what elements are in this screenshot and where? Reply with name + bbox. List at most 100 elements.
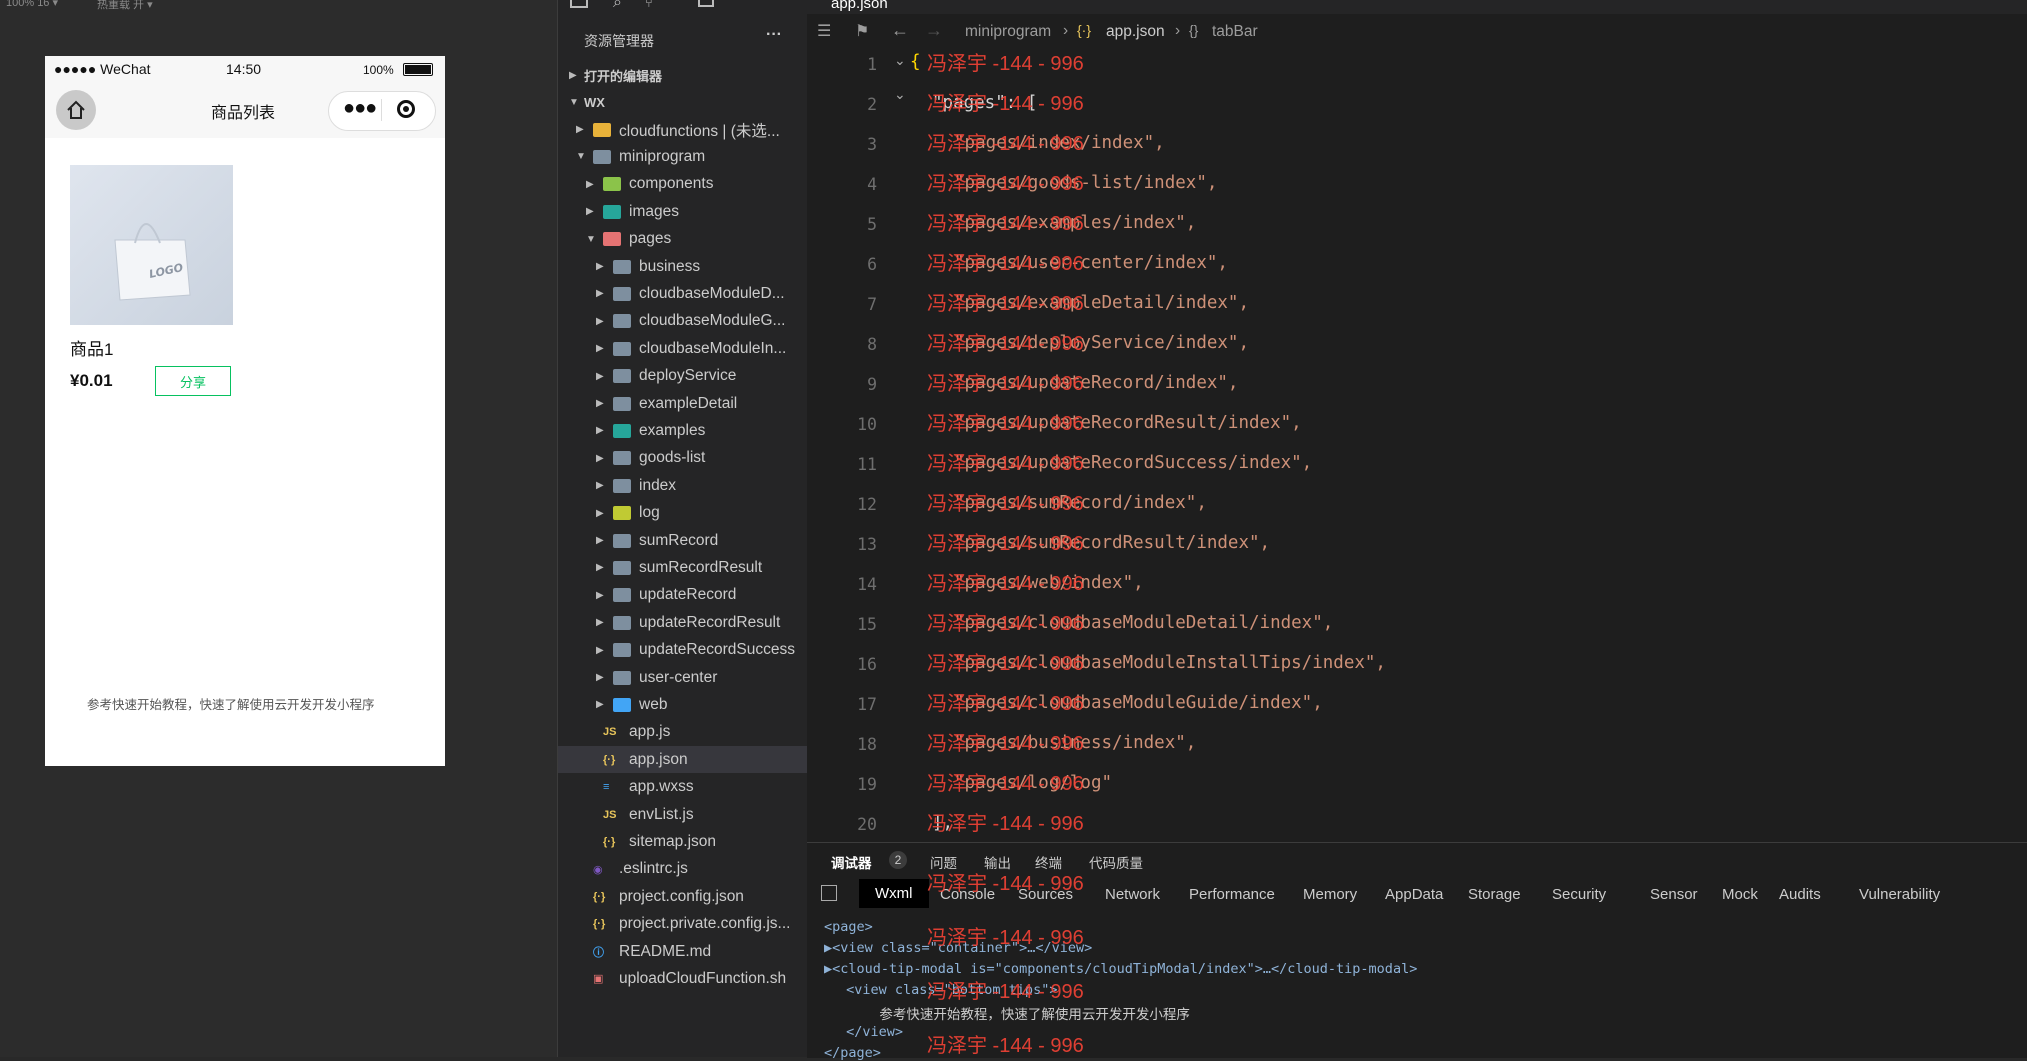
devtools-tab[interactable]: Performance [1189,886,1275,903]
home-button[interactable] [56,90,96,130]
tree-folder[interactable]: ▶ deployService [558,363,808,390]
search-icon[interactable]: ⌕ [613,0,622,12]
tree-folder[interactable]: ▶ cloudbaseModuleD... [558,280,808,307]
breadcrumb-symbol[interactable]: tabBar [1212,23,1258,41]
tree-folder[interactable]: ▶ index [558,472,808,499]
tree-file[interactable]: ▣ uploadCloudFunction.sh [558,965,808,992]
wxml-node[interactable]: <page> [824,919,873,935]
tree-folder[interactable]: ▶ cloudbaseModuleIn... [558,335,808,362]
explorer-more-button[interactable]: ··· [766,26,782,44]
breadcrumb-file[interactable]: app.json [1106,23,1165,41]
code-line[interactable]: "pages/updateRecordResult/index", [954,413,1302,443]
close-miniprogram-icon[interactable] [397,100,415,118]
code-line[interactable]: "pages/cloudbaseModuleGuide/index", [954,693,1323,723]
tree-folder[interactable]: ▶ business [558,253,808,280]
tree-folder[interactable]: ▶ updateRecord [558,582,808,609]
tree-file[interactable]: JS app.js [558,719,808,746]
tree-folder[interactable]: ▶ cloudfunctions | (未选... [558,116,808,143]
code-line[interactable]: "pages/examples/index", [954,213,1196,243]
tree-folder[interactable]: ▶ exampleDetail [558,390,808,417]
zoom-select[interactable]: 100% 16 ▾ [6,0,58,9]
product-image[interactable]: LOGO [70,165,233,325]
devtools-tab[interactable]: Sources [1018,886,1073,903]
code-line[interactable]: "pages/cloudbaseModuleInstallTips/index"… [954,653,1386,683]
code-line[interactable]: "pages/deployService/index", [954,333,1249,363]
wxml-node[interactable]: <view class="bottom_tips"> [838,982,1057,998]
devtools-tab[interactable]: Console [940,886,995,903]
debug-icon[interactable] [698,0,714,7]
inspect-element-icon[interactable] [821,885,837,901]
tree-file[interactable]: {·} app.json [558,746,808,774]
devtools-tab[interactable]: AppData [1385,886,1443,903]
tree-folder[interactable]: ▶ log [558,500,808,527]
more-dots-icon[interactable]: ●●● [343,97,377,120]
tree-file[interactable]: {·} project.private.config.js... [558,911,808,938]
code-line[interactable]: "pages/cloudbaseModuleDetail/index", [954,613,1333,643]
panel-tab[interactable]: 终端 [1035,852,1062,872]
code-line[interactable]: "pages/sumRecordResult/index", [954,533,1270,563]
editor-tab-app-json[interactable]: app.json [831,0,888,12]
panel-tab[interactable]: 代码质量 [1089,852,1143,872]
tree-folder[interactable]: ▶ goods-list [558,445,808,472]
devtools-tab[interactable]: Vulnerability [1859,886,1940,903]
wxml-node[interactable]: 参考快速开始教程，快速了解使用云开发开发小程序 [855,1003,1190,1023]
panel-tab[interactable]: 输出 [984,852,1011,872]
code-line[interactable]: "pages/exampleDetail/index", [954,293,1249,323]
code-line[interactable]: "pages/business/index", [954,733,1196,763]
tree-folder[interactable]: ▶ examples [558,417,808,444]
code-line[interactable]: { [910,52,921,82]
devtools-tab[interactable]: Security [1552,886,1606,903]
tree-file[interactable]: ⓘ README.md [558,938,808,965]
tree-folder[interactable]: ▶ sumRecord [558,527,808,554]
back-arrow-icon[interactable]: ← [891,20,909,41]
tree-file[interactable]: ≡ app.wxss [558,774,808,801]
wxml-node[interactable]: ▶<cloud-tip-modal is="components/cloudTi… [824,961,1417,977]
section-workspace[interactable]: ▼ WX [558,89,808,116]
wxml-node[interactable]: </view> [838,1024,903,1040]
share-button[interactable]: 分享 [155,366,231,396]
code-line[interactable]: "pages/web/index", [954,573,1144,603]
tree-file[interactable]: JS envList.js [558,801,808,828]
tree-folder[interactable]: ▶ web [558,691,808,718]
tree-file[interactable]: {·} sitemap.json [558,828,808,855]
devtools-tab[interactable]: Network [1105,886,1160,903]
code-line[interactable]: "pages/updateRecordSuccess/index", [954,453,1312,483]
fold-chevron-icon[interactable]: ⌄ [894,52,906,69]
hot-reload-toggle[interactable]: 热重载 开 ▾ [97,0,153,12]
code-line[interactable]: "pages/updateRecord/index", [954,373,1238,403]
tree-folder[interactable]: ▶ cloudbaseModuleG... [558,308,808,335]
tree-file[interactable]: ◉ .eslintrc.js [558,856,808,883]
tree-folder[interactable]: ▶ sumRecordResult [558,554,808,581]
tree-file[interactable]: {·} project.config.json [558,883,808,910]
wxml-node[interactable]: ▶<view class="container">…</view> [824,940,1092,956]
git-icon[interactable]: ⑂ [645,0,653,10]
forward-arrow-icon[interactable]: → [925,20,943,41]
fold-chevron-icon[interactable]: ⌄ [894,86,906,103]
code-line[interactable]: "pages/log/log" [954,773,1112,803]
code-line[interactable]: "pages/sumRecord/index", [954,493,1207,523]
code-line[interactable]: "pages": [ [932,93,1037,123]
devtools-tab[interactable]: Memory [1303,886,1357,903]
devtools-tab[interactable]: Mock [1722,886,1758,903]
outline-icon[interactable]: ☰ [817,21,831,41]
tree-folder[interactable]: ▶ updateRecordSuccess [558,637,808,664]
code-line[interactable]: ], [932,813,953,843]
wxml-node[interactable]: </page> [824,1045,881,1061]
tree-folder[interactable]: ▼ pages [558,226,808,253]
section-open-editors[interactable]: ▶ 打开的编辑器 [558,62,808,89]
tree-folder[interactable]: ▶ updateRecordResult [558,609,808,636]
devtools-tab[interactable]: Sensor [1650,886,1698,903]
panel-tab[interactable]: 调试器 [831,852,872,872]
explorer-view-icon[interactable] [570,0,588,8]
code-line[interactable]: "pages/goods-list/index", [954,173,1217,203]
panel-tab[interactable]: 问题 [930,852,957,872]
devtools-tab[interactable]: Storage [1468,886,1521,903]
code-line[interactable]: "pages/user-center/index", [954,253,1228,283]
breadcrumb-folder[interactable]: miniprogram [965,23,1051,41]
tree-folder[interactable]: ▶ components [558,171,808,198]
code-line[interactable]: "pages/index/index", [954,133,1165,163]
tree-folder[interactable]: ▶ images [558,198,808,225]
tree-folder[interactable]: ▶ user-center [558,664,808,691]
tree-folder[interactable]: ▼ miniprogram [558,143,808,170]
devtools-tab[interactable]: Wxml [859,879,929,908]
